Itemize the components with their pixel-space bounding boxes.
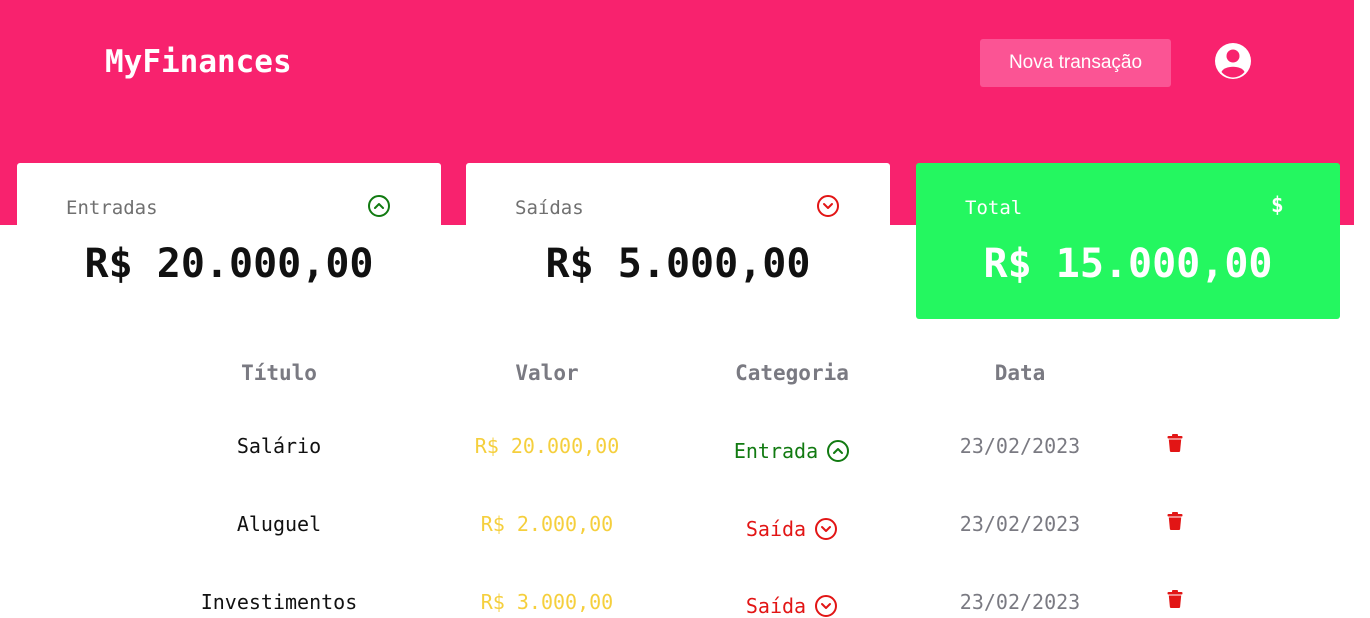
arrow-down-circle-icon <box>817 195 839 217</box>
row-date: 23/02/2023 <box>959 434 1081 458</box>
dollar-icon: $ <box>1271 193 1284 217</box>
app-logo: MyFinances <box>105 44 292 80</box>
total-value: R$ 15.000,00 <box>983 241 1273 287</box>
row-date: 23/02/2023 <box>959 590 1081 614</box>
row-category: Saída <box>672 517 912 541</box>
user-circle-icon[interactable] <box>1214 42 1252 80</box>
row-value: R$ 20.000,00 <box>474 434 620 458</box>
row-category: Entrada <box>672 439 912 463</box>
trash-icon[interactable] <box>1167 434 1183 452</box>
income-card: Entradas R$ 20.000,00 <box>17 163 441 319</box>
income-value: R$ 20.000,00 <box>84 241 374 287</box>
total-label: Total <box>965 197 1023 219</box>
column-header-value: Valor <box>515 361 579 385</box>
row-category: Saída <box>672 594 912 618</box>
arrow-down-circle-icon <box>815 518 838 540</box>
row-title: Investimentos <box>200 590 358 614</box>
column-header-title: Título <box>241 361 317 385</box>
arrow-down-circle-icon <box>815 595 838 617</box>
category-label: Saída <box>745 594 807 618</box>
column-header-date: Data <box>994 361 1046 385</box>
income-label: Entradas <box>66 197 158 219</box>
row-value: R$ 2.000,00 <box>480 512 614 536</box>
row-value: R$ 3.000,00 <box>480 590 614 614</box>
new-transaction-button[interactable]: Nova transação <box>980 39 1171 87</box>
outcome-value: R$ 5.000,00 <box>545 241 811 287</box>
category-label: Entrada <box>733 439 819 463</box>
column-header-category: Categoria <box>735 361 849 385</box>
total-card: Total $ R$ 15.000,00 <box>916 163 1340 319</box>
row-title: Aluguel <box>236 512 322 536</box>
row-title: Salário <box>236 434 322 458</box>
outcome-label: Saídas <box>515 197 584 219</box>
outcome-card: Saídas R$ 5.000,00 <box>466 163 890 319</box>
arrow-up-circle-icon <box>827 440 850 462</box>
trash-icon[interactable] <box>1167 590 1183 608</box>
category-label: Saída <box>745 517 807 541</box>
arrow-up-circle-icon <box>368 195 390 217</box>
trash-icon[interactable] <box>1167 512 1183 530</box>
row-date: 23/02/2023 <box>959 512 1081 536</box>
